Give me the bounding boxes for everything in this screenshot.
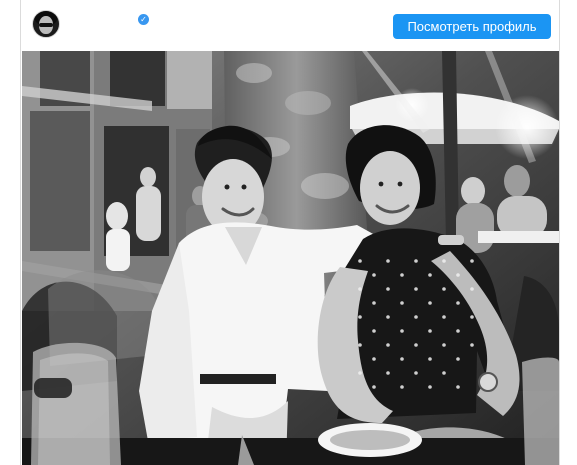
avatar[interactable] <box>32 10 60 38</box>
view-profile-button[interactable]: Посмотреть профиль <box>393 14 551 39</box>
post-photo[interactable] <box>22 51 559 465</box>
instagram-post-card: ✓ Посмотреть профиль <box>20 0 560 465</box>
sunglasses-icon <box>39 23 53 27</box>
instagram-embed-page: ✓ Посмотреть профиль <box>0 0 577 465</box>
verified-badge-icon: ✓ <box>138 14 149 25</box>
post-header: ✓ Посмотреть профиль <box>21 0 559 51</box>
black-white-cafe-photo <box>22 51 559 465</box>
